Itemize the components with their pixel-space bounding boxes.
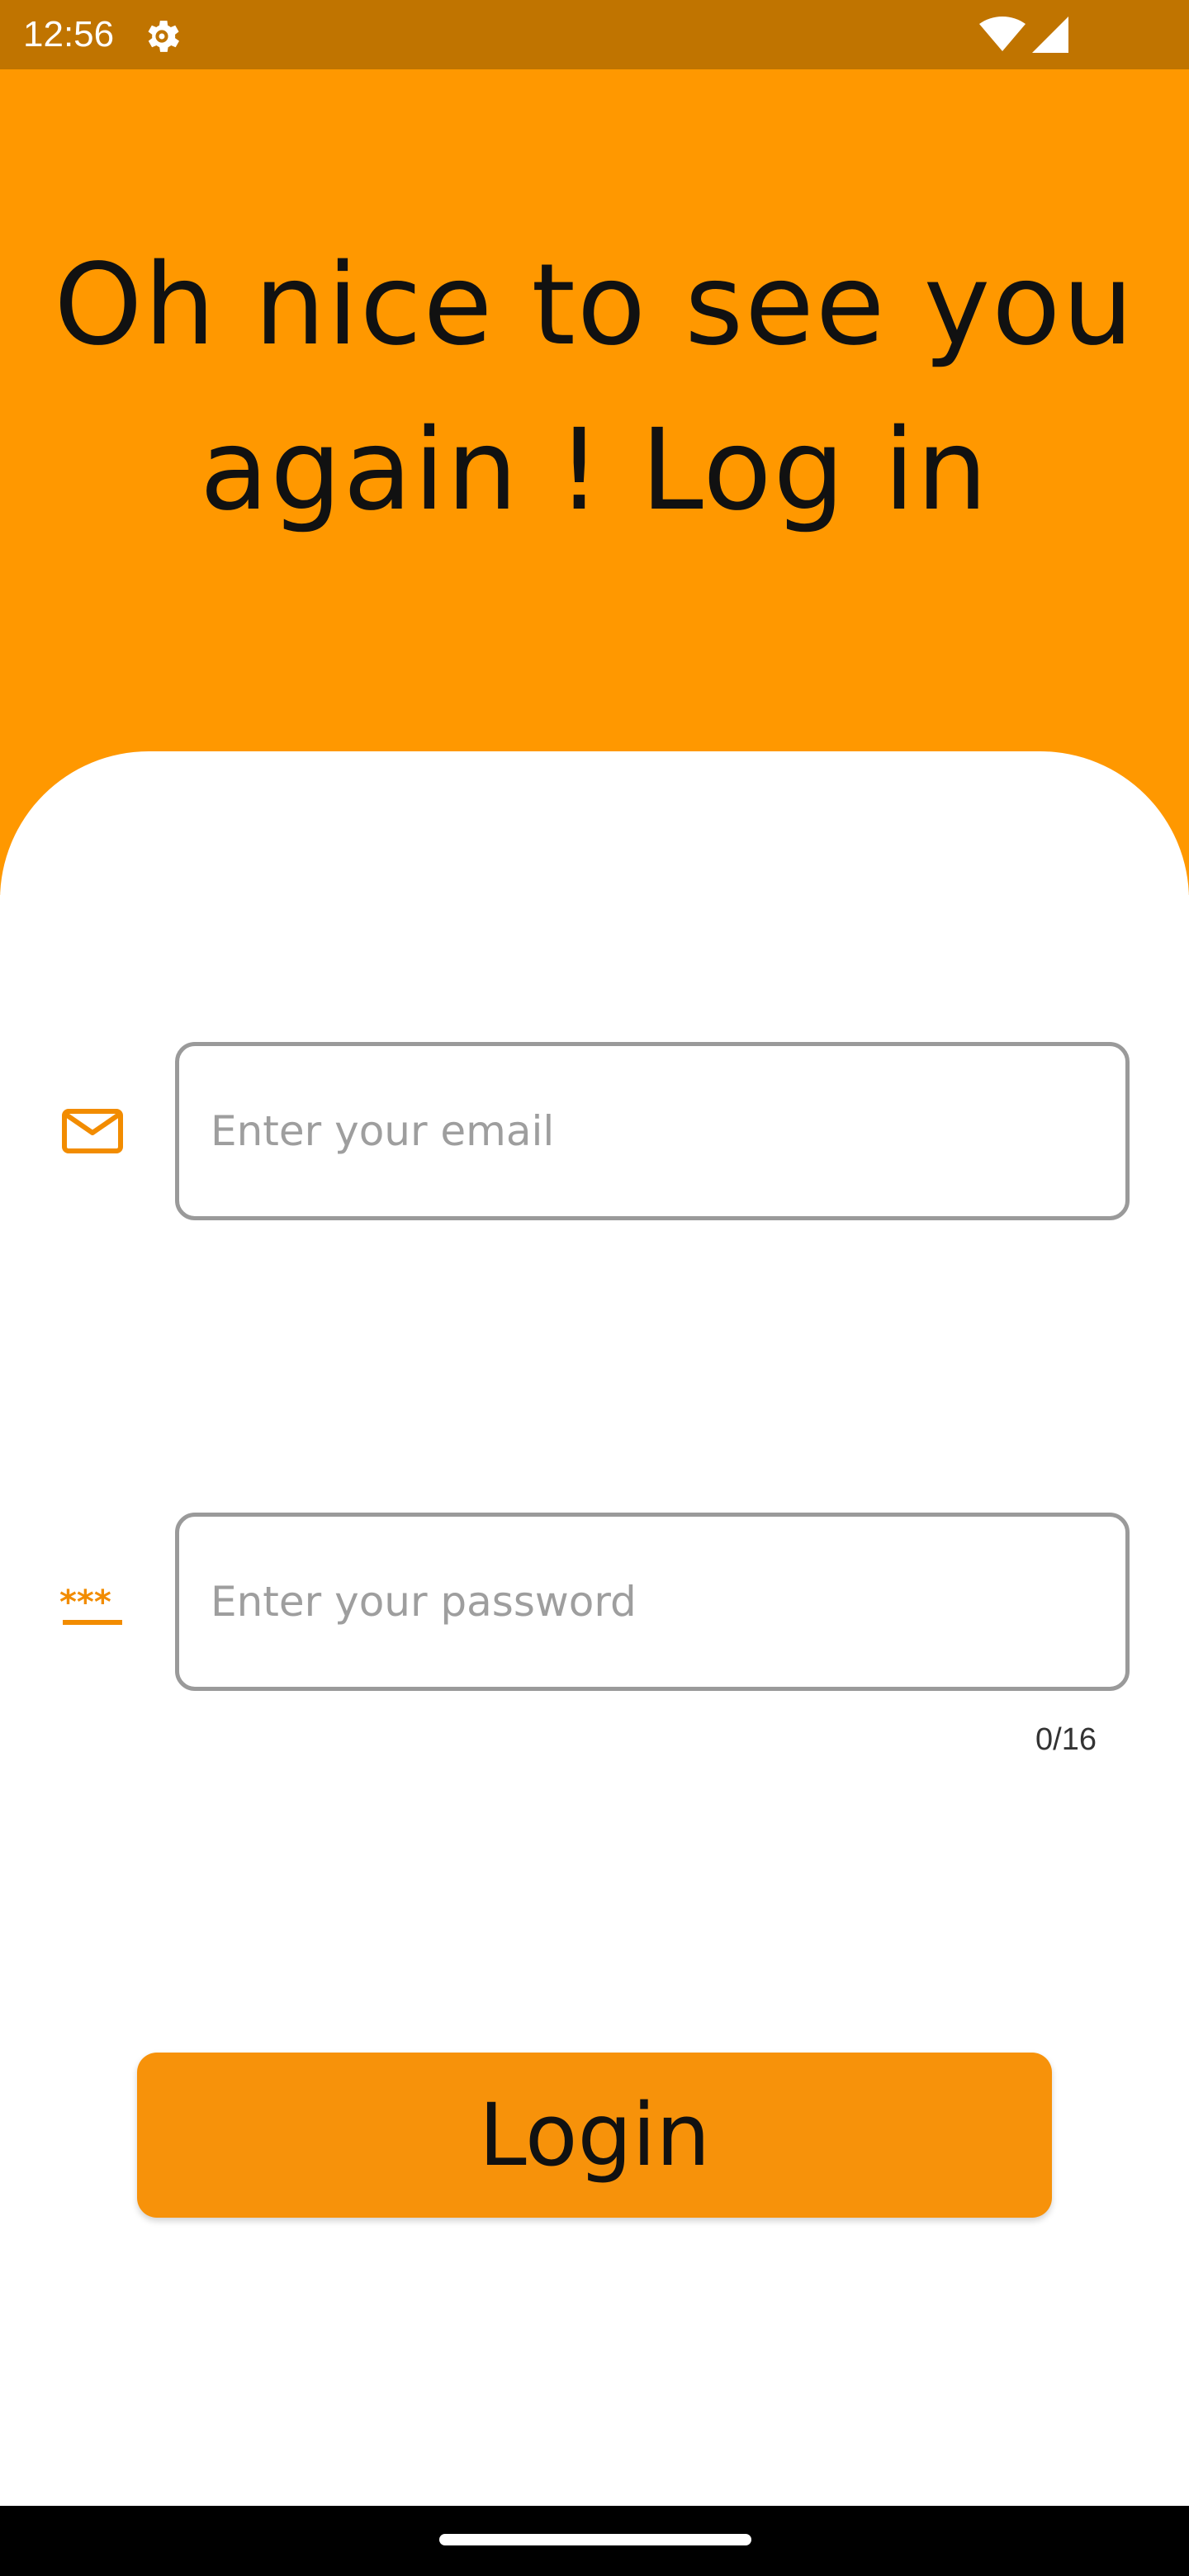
email-field-container xyxy=(175,1042,1130,1220)
home-indicator[interactable] xyxy=(439,2534,751,2545)
password-field[interactable] xyxy=(211,1517,1094,1687)
svg-text:***: *** xyxy=(59,1584,111,1622)
password-icon: *** xyxy=(59,1584,122,1625)
password-field-container xyxy=(175,1513,1130,1691)
gear-icon xyxy=(148,21,180,52)
password-character-counter: 0/16 xyxy=(1035,1722,1097,1757)
page-title: Oh nice to see you again ! Log in xyxy=(54,240,1135,536)
email-field[interactable] xyxy=(211,1046,1094,1216)
navigation-bar xyxy=(0,2506,1189,2576)
status-time: 12:56 xyxy=(23,14,115,54)
mail-icon xyxy=(62,1109,123,1153)
login-button[interactable]: Login xyxy=(137,2053,1052,2218)
cellular-signal-icon xyxy=(1032,17,1068,53)
status-bar: 12:56 xyxy=(0,0,1189,69)
wifi-icon xyxy=(979,17,1026,51)
